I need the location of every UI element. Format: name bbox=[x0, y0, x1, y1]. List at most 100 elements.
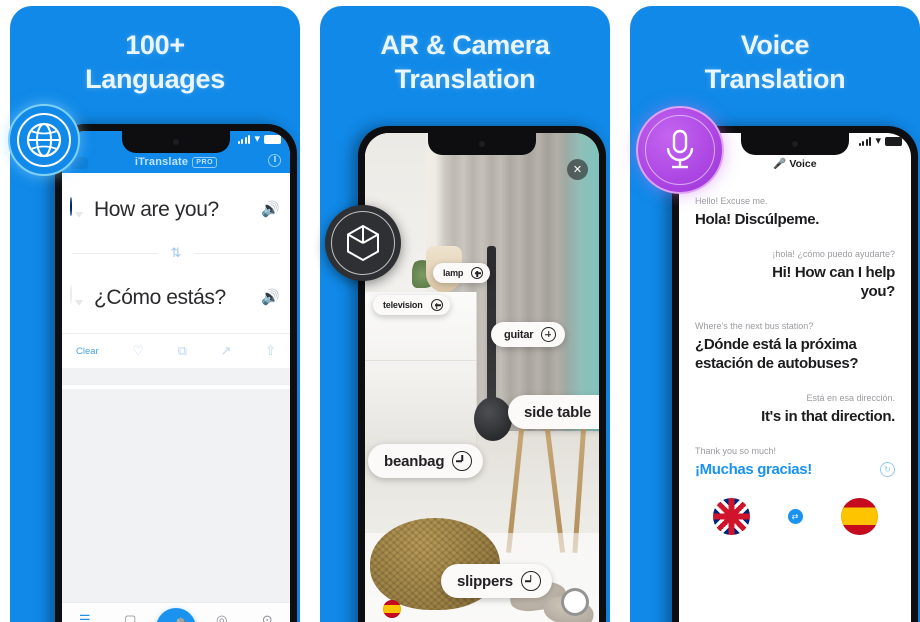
app-brand: iTranslate PRO bbox=[134, 156, 218, 168]
source-phrase-text: How are you? bbox=[94, 197, 219, 221]
plus-icon[interactable] bbox=[452, 451, 473, 471]
plus-icon[interactable] bbox=[520, 571, 541, 591]
spain-flag-icon bbox=[70, 285, 87, 308]
share-icon[interactable]: ⇧ bbox=[265, 343, 276, 359]
ar-chip-label: lamp bbox=[443, 268, 464, 278]
speaker-icon[interactable]: 🔊 bbox=[261, 200, 280, 218]
language-selector-footer: ⇄ bbox=[695, 498, 895, 535]
screenshot-stage: 100+ Languages ▾ iTranslate PRO How are … bbox=[0, 0, 920, 622]
globe-icon bbox=[8, 104, 80, 176]
clear-button[interactable]: Clear bbox=[76, 346, 99, 357]
phone-mockup-2: ✕ lamp television guitar side table bean… bbox=[358, 126, 606, 622]
panel-title-line1: 100+ bbox=[125, 30, 185, 60]
phone-notch bbox=[428, 133, 536, 155]
tab-lens[interactable]: ▢ Lens bbox=[108, 612, 154, 622]
ar-object-chip[interactable]: guitar bbox=[491, 322, 566, 347]
phone-screen-3: ▾ 🎤 Voice Hello! Excuse me. Hola! Discúl… bbox=[679, 133, 911, 622]
ar-object-chip[interactable]: slippers bbox=[441, 564, 552, 598]
panel-title-voice: Voice Translation bbox=[630, 28, 920, 96]
uk-flag-icon bbox=[70, 197, 87, 220]
tab-more[interactable]: ⊙ More bbox=[245, 612, 291, 622]
app-brand-name: iTranslate bbox=[134, 156, 189, 168]
phone-screen-2: ✕ lamp television guitar side table bean… bbox=[365, 133, 599, 622]
voice-title-label: Voice bbox=[789, 158, 817, 170]
camera-lens-icon: ▢ bbox=[124, 611, 137, 622]
bottom-tab-bar: ☰ Text ▢ Lens 🎤 ◎ AR ⊙ bbox=[62, 602, 290, 622]
speaker-icon[interactable]: 🔊 bbox=[261, 288, 280, 306]
target-phrase-text: ¿Cómo estás? bbox=[94, 285, 226, 309]
conversation-target-text: ¡Muchas gracias! bbox=[695, 461, 812, 478]
tab-text[interactable]: ☰ Text bbox=[62, 612, 108, 622]
swap-arrows-icon[interactable]: ⇅ bbox=[165, 245, 187, 261]
expand-icon[interactable]: ↗ bbox=[221, 343, 232, 359]
repeat-icon[interactable]: ↻ bbox=[880, 462, 895, 477]
plus-icon[interactable] bbox=[541, 327, 557, 342]
ar-chip-label: guitar bbox=[504, 328, 534, 341]
panel-title-line1: AR & Camera bbox=[380, 30, 550, 60]
conversation-target-text: ¿Dónde está la próxima estación de autob… bbox=[695, 336, 859, 372]
signal-bars-icon bbox=[237, 135, 251, 144]
conversation-item[interactable]: Thank you so much! ¡Muchas gracias! ↻ bbox=[695, 445, 895, 479]
shutter-button[interactable] bbox=[561, 588, 589, 616]
grid-dots-icon: ⊙ bbox=[261, 611, 273, 622]
voice-conversation-list[interactable]: Hello! Excuse me. Hola! Discúlpeme. ¡hol… bbox=[679, 181, 911, 622]
conversation-target-text: It's in that direction. bbox=[761, 408, 895, 425]
conversation-item[interactable]: Está en esa dirección. It's in that dire… bbox=[695, 392, 895, 426]
status-bar: ▾ bbox=[237, 133, 281, 145]
phrase-row-target[interactable]: ¿Cómo estás? 🔊 bbox=[62, 261, 290, 333]
phrase-row-source[interactable]: How are you? 🔊 bbox=[62, 173, 290, 245]
ar-chip-label: television bbox=[383, 300, 423, 310]
conversation-source-text: Hello! Excuse me. bbox=[695, 196, 768, 206]
plus-icon[interactable] bbox=[430, 299, 443, 311]
cube-ring bbox=[331, 211, 395, 275]
plus-icon[interactable] bbox=[471, 267, 484, 279]
conversation-source-text: Where's the next bus station? bbox=[695, 321, 814, 331]
conversation-item[interactable]: Where's the next bus station? ¿Dónde est… bbox=[695, 320, 895, 373]
scene-cabinet bbox=[365, 292, 478, 446]
cube-icon bbox=[325, 205, 401, 281]
swap-divider[interactable]: ⇅ bbox=[62, 245, 290, 261]
app-store-panel-languages: 100+ Languages ▾ iTranslate PRO How are … bbox=[10, 6, 300, 622]
phone-notch bbox=[122, 131, 230, 153]
swap-icon[interactable]: ⇄ bbox=[787, 509, 803, 524]
conversation-item[interactable]: ¡hola! ¿cómo puedo ayudarte? Hi! How can… bbox=[695, 248, 895, 301]
text-lines-icon: ☰ bbox=[78, 611, 91, 622]
panel-title-line2: Languages bbox=[85, 64, 225, 94]
conversation-source-text: Thank you so much! bbox=[695, 446, 777, 456]
panel-title-ar: AR & Camera Translation bbox=[320, 28, 610, 96]
conversation-item[interactable]: Hello! Excuse me. Hola! Discúlpeme. bbox=[695, 195, 895, 229]
ar-chip-label: side table bbox=[524, 403, 592, 421]
phone-notch bbox=[741, 133, 849, 155]
panel-title-line2: Translation bbox=[704, 64, 846, 94]
phone-mockup-3: ▾ 🎤 Voice Hello! Excuse me. Hola! Discúl… bbox=[672, 126, 918, 622]
battery-icon bbox=[885, 137, 902, 146]
content-filler bbox=[62, 389, 290, 602]
conversation-target-text: Hi! How can I help you? bbox=[772, 264, 895, 300]
reload-icon[interactable] bbox=[268, 154, 281, 167]
mic-ring bbox=[645, 115, 715, 185]
copy-icon[interactable]: ⧉ bbox=[178, 343, 187, 359]
ar-object-chip[interactable]: side table bbox=[508, 395, 599, 429]
conversation-target-text: Hola! Discúlpeme. bbox=[695, 211, 820, 228]
close-icon[interactable]: ✕ bbox=[567, 159, 588, 180]
ar-target-icon: ◎ bbox=[216, 611, 228, 622]
panel-title-languages: 100+ Languages bbox=[10, 28, 300, 96]
microphone-icon bbox=[636, 106, 724, 194]
ar-object-chip[interactable]: television bbox=[373, 295, 450, 315]
ar-object-chip[interactable]: lamp bbox=[433, 263, 491, 283]
wifi-icon: ▾ bbox=[254, 133, 260, 145]
ar-object-chip[interactable]: beanbag bbox=[368, 444, 484, 478]
wifi-icon: ▾ bbox=[875, 135, 881, 147]
app-store-panel-voice: Voice Translation ▾ 🎤 Voice Hello! Excus… bbox=[630, 6, 920, 622]
spain-flag-icon[interactable] bbox=[383, 600, 401, 618]
phrase-toolbar: Clear ♡ ⧉ ↗ ⇧ bbox=[62, 333, 290, 368]
heart-icon[interactable]: ♡ bbox=[132, 343, 144, 359]
uk-flag-icon[interactable] bbox=[712, 498, 750, 535]
ar-chip-label: beanbag bbox=[384, 452, 445, 470]
spain-flag-icon[interactable] bbox=[840, 498, 878, 535]
microphone-icon[interactable]: 🎤 bbox=[156, 607, 196, 622]
conversation-source-text: ¡hola! ¿cómo puedo ayudarte? bbox=[772, 249, 895, 259]
ar-chip-label: slippers bbox=[457, 572, 513, 590]
tab-ar[interactable]: ◎ AR bbox=[199, 612, 245, 622]
microphone-icon: 🎤 bbox=[773, 158, 787, 170]
